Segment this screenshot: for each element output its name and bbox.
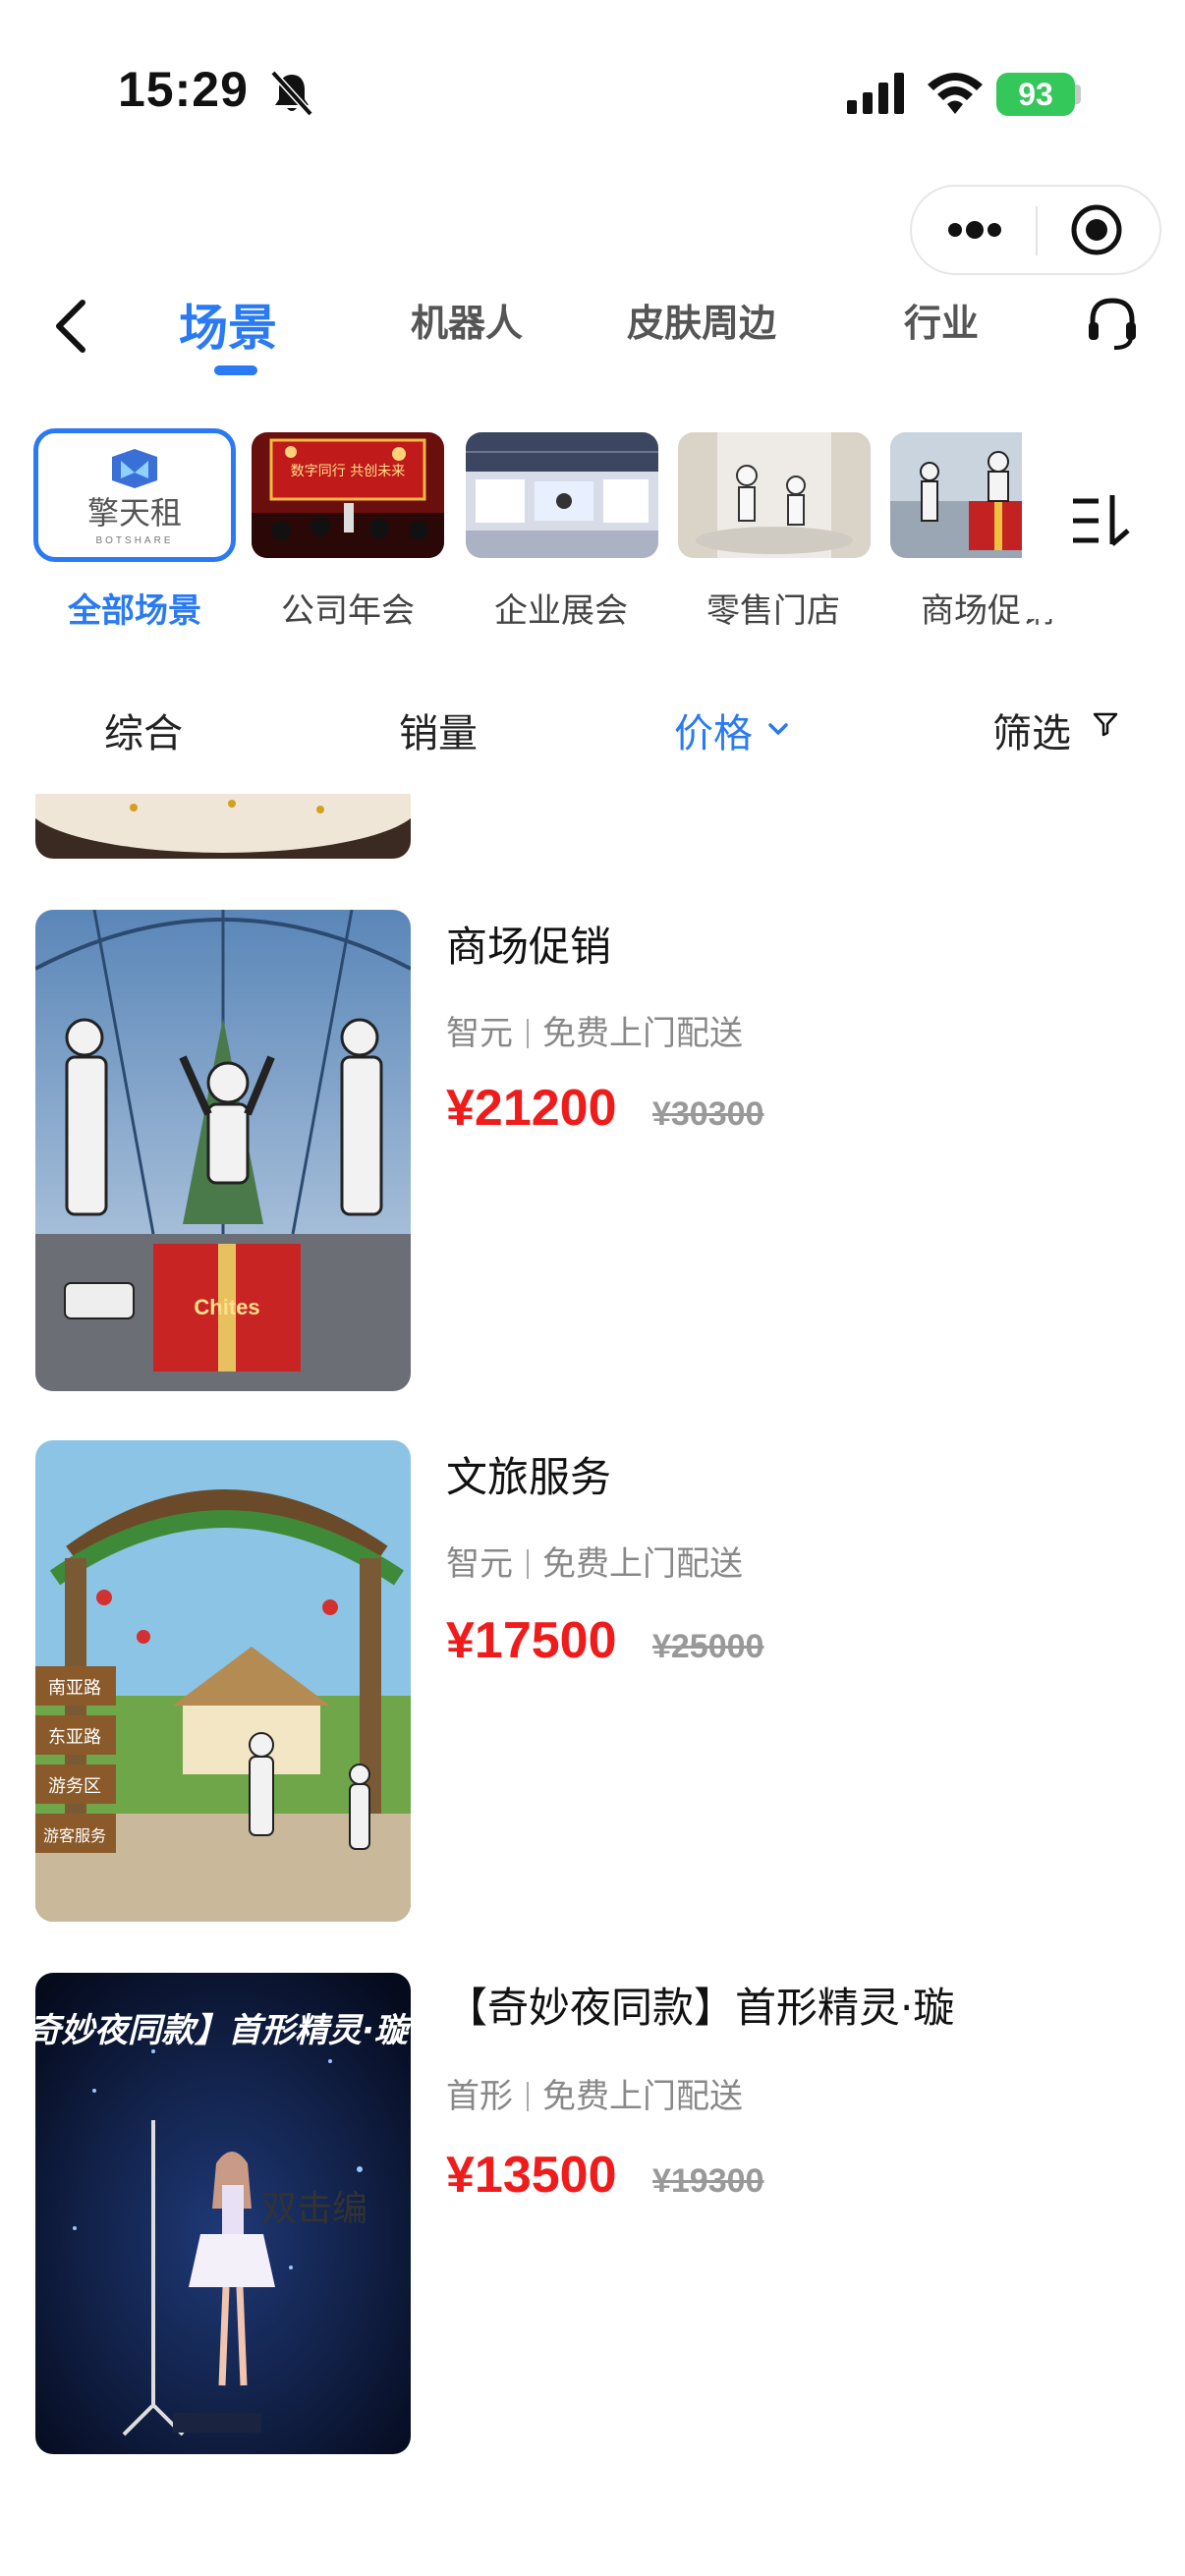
product-delivery: 免费上门配送	[542, 2077, 743, 2116]
product-delivery: 免费上门配送	[542, 1544, 743, 1584]
tab-industry[interactable]: 行业	[904, 293, 979, 347]
sort-comprehensive[interactable]: 综合	[104, 701, 183, 758]
more-options-icon[interactable]	[945, 210, 1004, 250]
product-price: ¥13500 ¥19300	[446, 2147, 764, 2204]
wifi-icon	[928, 73, 983, 114]
sort-price[interactable]: 价格	[674, 701, 753, 758]
product-meta: 智元 免费上门配送	[446, 1006, 743, 1054]
partial-product-image[interactable]	[35, 794, 411, 859]
banner-text: 奇妙夜同款】首形精灵·璇	[35, 2011, 411, 2050]
back-arrow-icon[interactable]	[49, 295, 92, 358]
close-miniprogram-icon[interactable]	[1069, 202, 1124, 257]
sign-text: 南亚路	[48, 1678, 101, 1699]
overlay-text: 双击编	[261, 2189, 367, 2229]
sign-text: 东亚路	[48, 1727, 101, 1748]
original-price: ¥30300	[651, 1095, 764, 1133]
tab-skins-accessories[interactable]: 皮肤周边	[627, 293, 776, 347]
chevron-down-icon	[768, 723, 788, 735]
banner-text: 数字同行 共创未来	[291, 464, 405, 479]
product-brand: 首形	[446, 2077, 513, 2116]
product-brand: 智元	[446, 1014, 513, 1053]
category-all-scenes-thumb[interactable]: 擎天租 BOTSHARE	[33, 428, 236, 562]
product-title[interactable]: 商场促销	[446, 914, 611, 974]
gift-box-text: Chites	[194, 1295, 259, 1319]
category-annual-meeting-thumb[interactable]: 数字同行 共创未来	[252, 432, 444, 558]
category-expo-thumb[interactable]	[466, 432, 658, 558]
product-image-cultural-tourism[interactable]: 南亚路 东亚路 游务区 游客服务	[35, 1440, 411, 1922]
cellular-signal-icon	[847, 73, 904, 114]
original-price: ¥19300	[651, 2162, 764, 2200]
svg-text:BOTSHARE: BOTSHARE	[95, 535, 173, 546]
filter-button[interactable]: 筛选	[992, 701, 1071, 758]
tab-scene[interactable]: 场景	[179, 289, 277, 360]
status-time: 15:29	[118, 62, 249, 117]
active-tab-indicator	[214, 365, 257, 375]
product-image-humanoid-performer[interactable]: 奇妙夜同款】首形精灵·璇 双击编	[35, 1973, 411, 2454]
capsule-divider	[1036, 206, 1038, 255]
product-meta: 智元 免费上门配送	[446, 1537, 743, 1585]
category-retail-store-thumb[interactable]	[678, 432, 871, 558]
logo-text: 擎天租	[87, 494, 182, 532]
silent-bell-icon	[270, 70, 313, 117]
sign-text: 游客服务	[43, 1826, 106, 1845]
sign-text: 游务区	[48, 1776, 101, 1797]
product-image-mall-promo[interactable]: Chites	[35, 910, 411, 1391]
category-label-annual-meeting[interactable]: 公司年会	[245, 584, 451, 632]
product-delivery: 免费上门配送	[542, 1014, 743, 1053]
product-price: ¥21200 ¥30300	[446, 1080, 764, 1137]
botshare-logo: 擎天租 BOTSHARE	[87, 449, 182, 546]
battery-indicator: 93	[996, 73, 1075, 116]
product-meta: 首形 免费上门配送	[446, 2069, 743, 2117]
category-label-all-scenes[interactable]: 全部场景	[31, 584, 238, 632]
tab-robots[interactable]: 机器人	[411, 293, 523, 347]
product-title[interactable]: 文旅服务	[446, 1444, 611, 1504]
product-brand: 智元	[446, 1544, 513, 1584]
battery-tip	[1075, 84, 1081, 104]
customer-service-icon[interactable]	[1085, 295, 1140, 354]
product-price: ¥17500 ¥25000	[446, 1612, 764, 1669]
product-title[interactable]: 【奇妙夜同款】首形精灵·璇	[446, 1975, 954, 2035]
category-label-retail[interactable]: 零售门店	[670, 584, 876, 632]
sort-sales[interactable]: 销量	[399, 701, 478, 758]
filter-funnel-icon	[1093, 712, 1118, 737]
category-label-expo[interactable]: 企业展会	[458, 584, 664, 632]
original-price: ¥25000	[651, 1628, 764, 1665]
expand-categories-icon[interactable]	[1071, 491, 1134, 550]
